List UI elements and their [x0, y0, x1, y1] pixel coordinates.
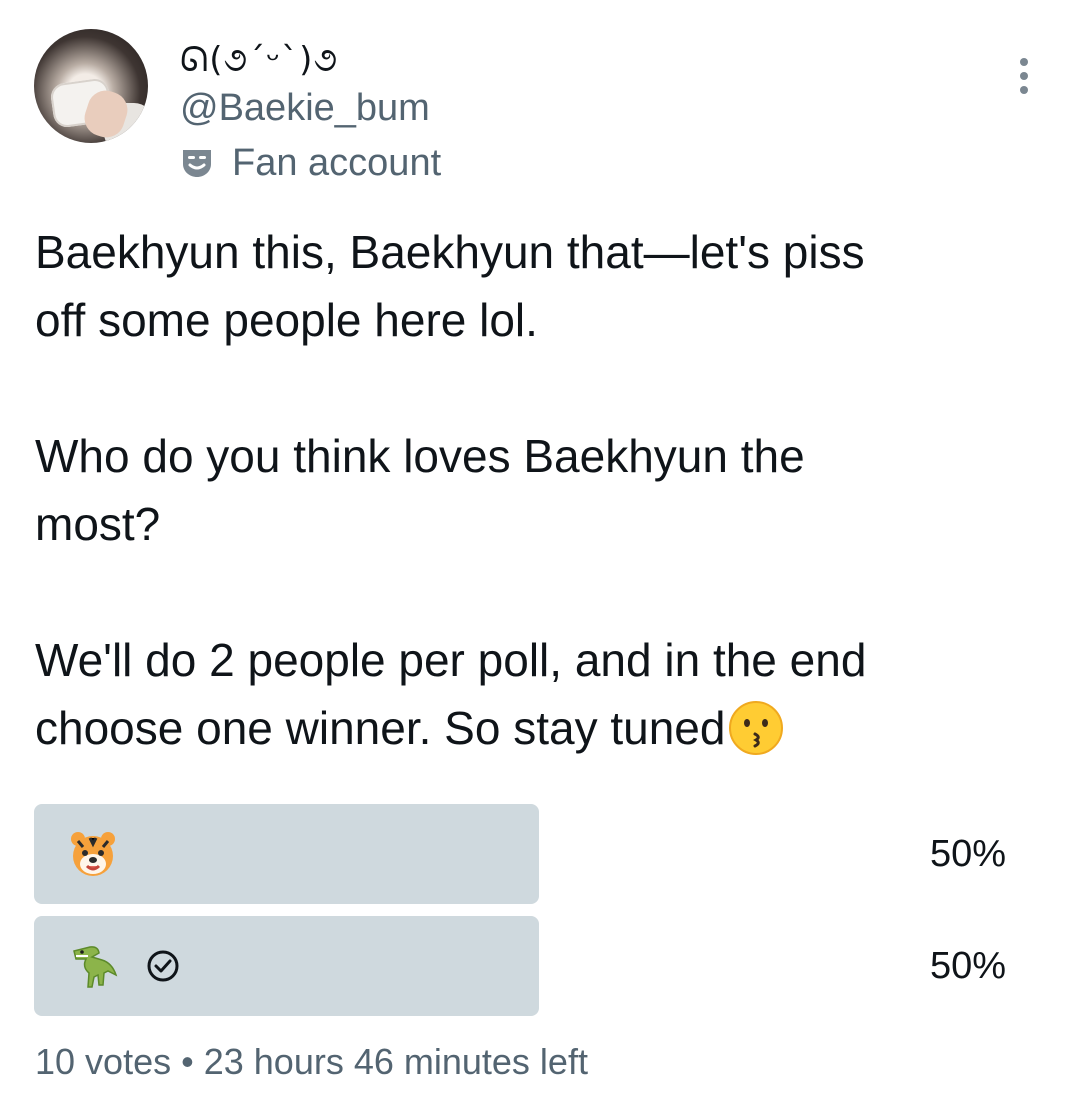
tweet-text: Baekhyun this, Baekhyun that—let's piss … — [35, 226, 867, 754]
poll-label — [68, 804, 118, 904]
display-name[interactable]: ᘏ(૭ˊᵕˋ)૭ — [180, 38, 338, 82]
poll-percentage: 50% — [929, 944, 1006, 987]
poll-option[interactable]: 50% — [34, 916, 1044, 1016]
time-left: 23 hours 46 minutes left — [203, 1041, 588, 1082]
account-label-text: Fan account — [232, 141, 442, 184]
poll-label — [68, 916, 180, 1016]
vote-count: 10 votes — [35, 1041, 172, 1082]
checkmark-circle-icon — [147, 950, 179, 982]
more-options-button[interactable] — [1012, 58, 1036, 94]
poll-percentage: 50% — [929, 832, 1006, 875]
account-label: Fan account — [180, 140, 441, 186]
avatar[interactable] — [34, 29, 148, 143]
tiger-face-emoji — [71, 832, 115, 876]
theater-mask-icon — [183, 150, 211, 177]
t-rex-emoji — [73, 946, 118, 988]
tweet-body: Baekhyun this, Baekhyun that—let's piss … — [35, 218, 1040, 762]
handle[interactable]: @Baekie_bum — [180, 85, 430, 131]
kissing-face-emoji — [729, 700, 784, 755]
poll-meta: 10 votes • 23 hours 46 minutes left — [35, 1041, 588, 1083]
poll-option[interactable]: 50% — [34, 804, 1044, 904]
separator: • — [181, 1041, 194, 1082]
